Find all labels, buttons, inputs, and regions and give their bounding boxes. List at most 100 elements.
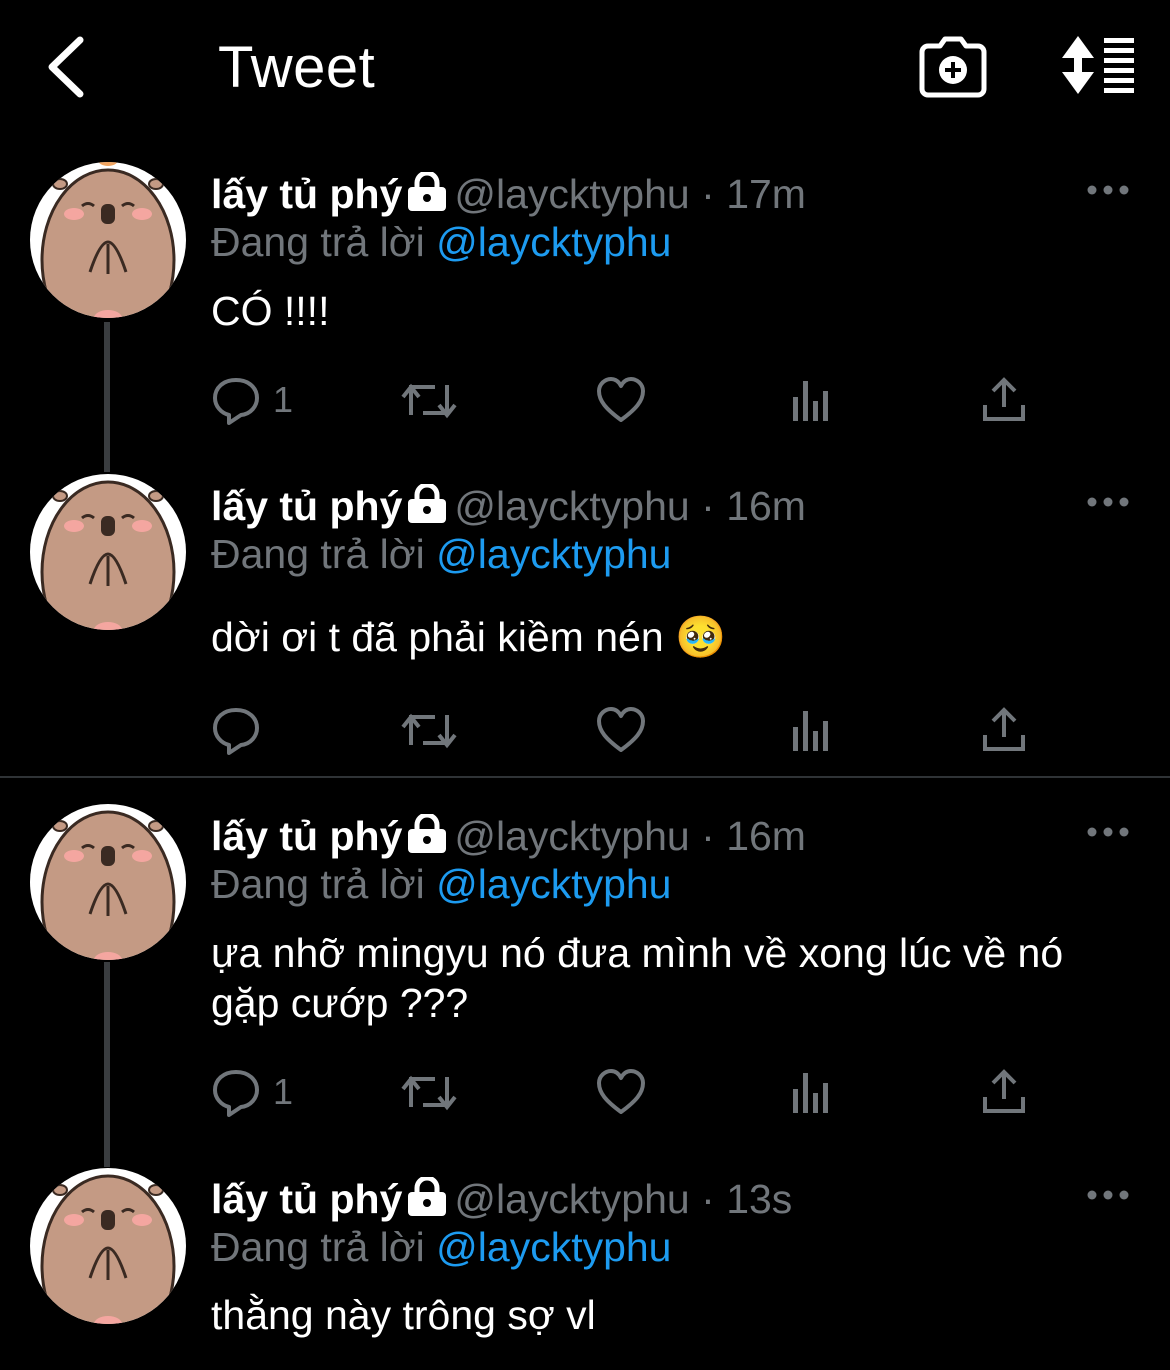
capybara-avatar-icon (40, 162, 176, 318)
replying-to: Đang trả lời @laycktyphu (211, 1223, 672, 1271)
heart-icon (597, 1069, 645, 1114)
thread-line (104, 322, 110, 472)
top-bar: Tweet (0, 0, 1170, 135)
capybara-avatar-icon (40, 1174, 176, 1324)
back-button[interactable] (40, 32, 100, 102)
replying-to: Đang trả lời @laycktyphu (211, 218, 672, 266)
replying-prefix: Đang trả lời (211, 861, 425, 907)
separator: · (701, 483, 715, 529)
divider (0, 776, 1170, 778)
mention-link[interactable]: @laycktyphu (436, 219, 671, 265)
handle[interactable]: @laycktyphu (454, 483, 689, 529)
timestamp[interactable]: 13s (726, 1176, 792, 1222)
tweet-actions: 1 (211, 1066, 1091, 1118)
thread-line (104, 962, 110, 1167)
replying-prefix: Đang trả lời (211, 219, 425, 265)
retweet-icon (401, 713, 457, 749)
sort-button[interactable] (1058, 34, 1138, 96)
mention-link[interactable]: @laycktyphu (436, 861, 671, 907)
share-button[interactable] (981, 1066, 1027, 1118)
retweet-icon (401, 383, 457, 419)
tweet-actions (211, 704, 1091, 756)
replying-prefix: Đang trả lời (211, 531, 425, 577)
more-button[interactable] (1086, 180, 1130, 200)
avatar[interactable] (30, 1168, 186, 1324)
replying-to: Đang trả lời @laycktyphu (211, 530, 672, 578)
lock-icon (406, 170, 448, 222)
handle[interactable]: @laycktyphu (454, 1176, 689, 1222)
more-button[interactable] (1086, 1185, 1130, 1205)
tweet-header: lấy tủ phý @laycktyphu · 17m (211, 170, 806, 222)
views-button[interactable] (789, 1066, 833, 1118)
camera-button[interactable] (918, 34, 988, 100)
like-button[interactable] (596, 1066, 646, 1118)
avatar[interactable] (30, 804, 186, 960)
avatar[interactable] (30, 162, 186, 318)
views-icon (793, 1073, 828, 1113)
display-name[interactable]: lấy tủ phý (211, 1176, 402, 1222)
heart-icon (597, 377, 645, 422)
views-icon (793, 711, 828, 751)
chevron-left-icon (48, 36, 84, 98)
retweet-icon (401, 1075, 457, 1111)
retweet-button[interactable] (401, 374, 457, 426)
handle[interactable]: @laycktyphu (454, 171, 689, 217)
reply-count: 1 (273, 379, 294, 420)
share-button[interactable] (981, 704, 1027, 756)
replying-to: Đang trả lời @laycktyphu (211, 860, 672, 908)
reply-button[interactable] (211, 704, 273, 756)
capybara-avatar-icon (40, 480, 176, 630)
share-icon (983, 1069, 1025, 1113)
like-button[interactable] (596, 704, 646, 756)
views-button[interactable] (789, 704, 833, 756)
more-button[interactable] (1086, 822, 1130, 842)
display-name[interactable]: lấy tủ phý (211, 171, 402, 217)
tweet-text: CÓ !!!! (211, 288, 330, 334)
more-button[interactable] (1086, 492, 1130, 512)
like-button[interactable] (596, 374, 646, 426)
reply-count: 1 (273, 1071, 294, 1112)
retweet-button[interactable] (401, 1066, 457, 1118)
share-icon (983, 707, 1025, 751)
retweet-button[interactable] (401, 704, 457, 756)
reply-button[interactable]: 1 (211, 1066, 293, 1118)
tweet-header: lấy tủ phý @laycktyphu · 16m (211, 482, 806, 534)
reply-icon (213, 1070, 259, 1117)
views-icon (793, 381, 828, 421)
share-button[interactable] (981, 374, 1027, 426)
tweet-actions: 1 (211, 374, 1091, 426)
sort-icon (1062, 36, 1134, 94)
timestamp[interactable]: 16m (726, 483, 806, 529)
display-name[interactable]: lấy tủ phý (211, 483, 402, 529)
mention-link[interactable]: @laycktyphu (436, 531, 671, 577)
separator: · (701, 813, 715, 859)
timestamp[interactable]: 17m (726, 171, 806, 217)
lock-icon (406, 1175, 448, 1227)
handle[interactable]: @laycktyphu (454, 813, 689, 859)
lock-icon (406, 482, 448, 534)
display-name[interactable]: lấy tủ phý (211, 813, 402, 859)
separator: · (701, 171, 715, 217)
tweet-header: lấy tủ phý @laycktyphu · 13s (211, 1175, 792, 1227)
reply-icon (213, 378, 259, 425)
more-icon (1087, 1190, 1129, 1200)
more-icon (1087, 827, 1129, 837)
timestamp[interactable]: 16m (726, 813, 806, 859)
reply-icon (213, 708, 259, 755)
tweet-text: ựa nhỡ mingyu nó đưa mình về xong lúc về… (211, 930, 1064, 1026)
tweet-text: dời ơi t đã phải kiềm nén 🥹 (211, 614, 727, 660)
heart-icon (597, 707, 645, 752)
views-button[interactable] (789, 374, 833, 426)
avatar[interactable] (30, 474, 186, 630)
camera-plus-icon (919, 36, 987, 98)
tweet-header: lấy tủ phý @laycktyphu · 16m (211, 812, 806, 864)
more-icon (1087, 185, 1129, 195)
tweet-text: thằng này trông sợ vl (211, 1292, 596, 1338)
share-icon (983, 377, 1025, 421)
more-icon (1087, 497, 1129, 507)
mention-link[interactable]: @laycktyphu (436, 1224, 671, 1270)
page-title: Tweet (218, 35, 376, 100)
reply-button[interactable]: 1 (211, 374, 293, 426)
capybara-avatar-icon (40, 810, 176, 960)
lock-icon (406, 812, 448, 864)
